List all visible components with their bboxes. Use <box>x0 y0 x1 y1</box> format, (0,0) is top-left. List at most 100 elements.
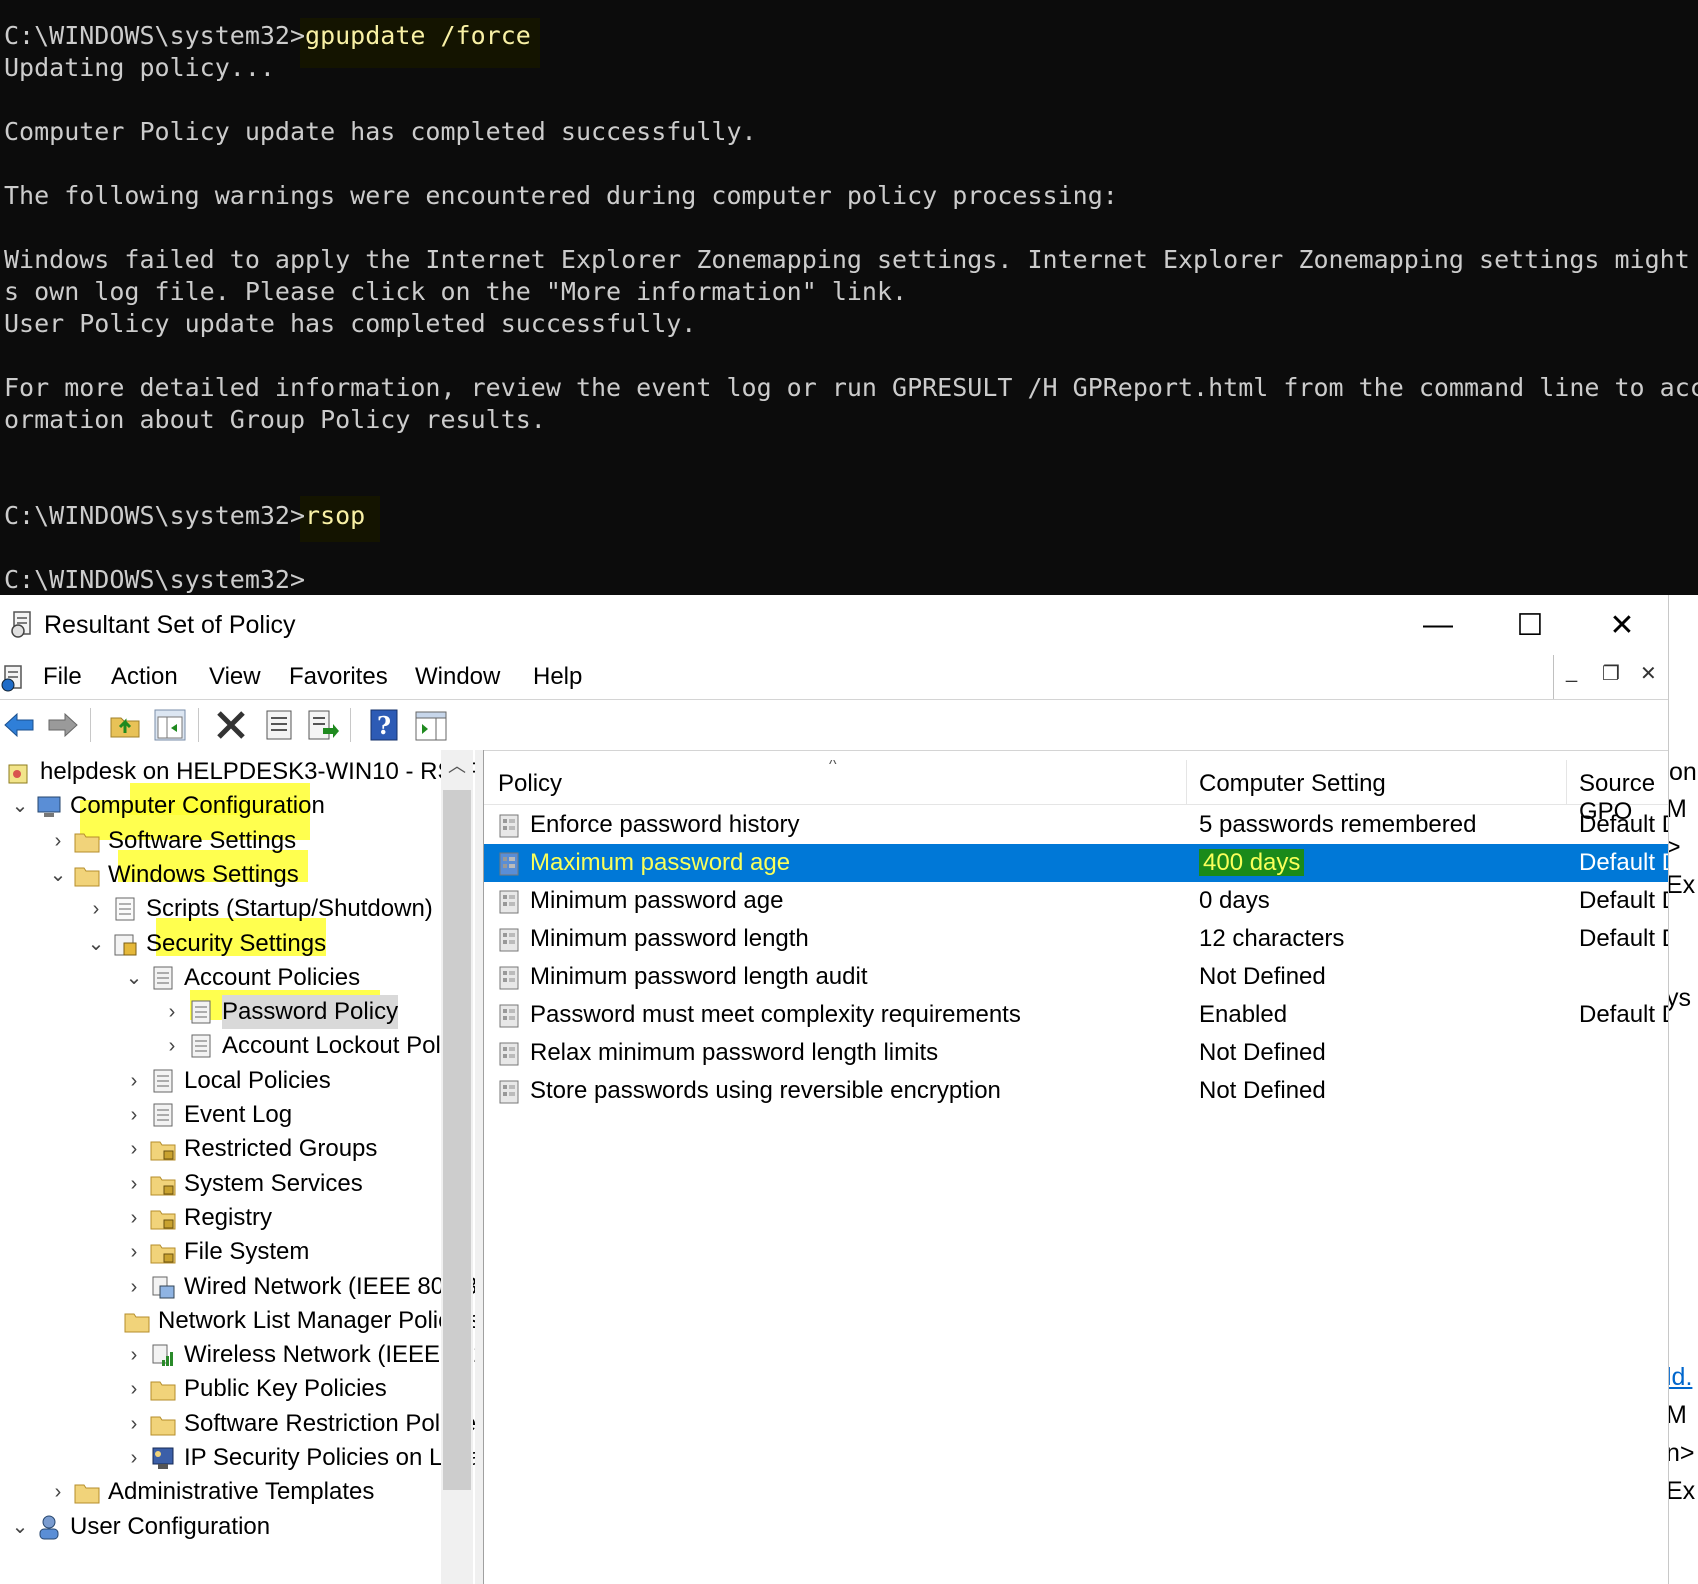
mdi-restore-button[interactable]: ❐ <box>1602 661 1620 686</box>
minimize-button[interactable]: — <box>1408 603 1468 647</box>
chevron-right-icon[interactable]: › <box>124 1407 144 1441</box>
chevron-down-icon[interactable]: ⌄ <box>48 858 68 892</box>
chevron-right-icon[interactable]: › <box>162 1029 182 1063</box>
policy-name: Store passwords using reversible encrypt… <box>530 1077 1001 1104</box>
chevron-right-icon[interactable]: › <box>124 1235 144 1269</box>
table-row[interactable]: Password must meet complexity requiremen… <box>484 996 1668 1034</box>
show-action-pane-icon[interactable] <box>414 708 448 742</box>
console-command: gpupdate /force <box>305 21 531 50</box>
wireless-network-icon <box>152 1344 173 1367</box>
chevron-right-icon[interactable]: › <box>124 1270 144 1304</box>
table-row[interactable]: Store passwords using reversible encrypt… <box>484 1072 1668 1110</box>
chevron-right-icon[interactable]: › <box>86 892 106 926</box>
table-row[interactable]: Maximum password age 400 days Default Doma… <box>484 844 1668 882</box>
chevron-down-icon[interactable]: ⌄ <box>86 927 106 961</box>
menu-window[interactable]: Window <box>415 663 500 691</box>
console-line: Updating policy... <box>4 53 275 82</box>
column-header-computer-setting[interactable]: Computer Setting <box>1199 770 1386 798</box>
computer-setting: 5 passwords remembered <box>1199 811 1477 838</box>
tree-node-label: Network List Manager Policies <box>158 1306 475 1334</box>
maximize-button[interactable]: ☐ <box>1500 603 1560 647</box>
chevron-right-icon[interactable]: › <box>124 1132 144 1166</box>
table-row[interactable]: Relax minimum password length limits Not … <box>484 1034 1668 1072</box>
command-prompt-window[interactable]: C:\WINDOWS\system32>gpupdate /force Upda… <box>0 0 1698 595</box>
mdi-minimize-button[interactable]: _ <box>1566 661 1577 684</box>
delete-icon[interactable] <box>214 708 248 742</box>
export-list-icon[interactable] <box>306 708 340 742</box>
chevron-right-icon[interactable]: › <box>48 824 68 858</box>
show-hide-tree-icon[interactable] <box>153 708 187 742</box>
table-row[interactable]: Enforce password history 5 passwords reme… <box>484 806 1668 844</box>
table-row[interactable]: Minimum password age 0 days Default Domain… <box>484 882 1668 920</box>
scripts-icon <box>115 897 135 921</box>
properties-icon[interactable] <box>262 708 296 742</box>
source-gpo: Default Domain Policy <box>1579 811 1668 838</box>
source-gpo: Default Domain Policy <box>1579 849 1668 876</box>
menu-help[interactable]: Help <box>533 663 582 691</box>
tree-node-label: Restricted Groups <box>184 1135 378 1163</box>
chevron-down-icon[interactable]: ⌄ <box>10 1510 30 1544</box>
back-arrow-icon[interactable] <box>2 708 36 742</box>
tree-node-label: Software Settings <box>108 826 297 854</box>
menu-action[interactable]: Action <box>111 663 178 691</box>
folder-icon <box>74 833 100 853</box>
chevron-right-icon[interactable]: › <box>162 995 182 1029</box>
lock-folder-icon <box>150 1210 176 1230</box>
console-tree[interactable]: helpdesk on HELPDESK3-WIN10 - RSoP ⌄ Compu… <box>0 750 475 1584</box>
scrollbar-thumb[interactable] <box>443 790 471 1490</box>
svg-text:?: ? <box>377 711 391 740</box>
chevron-right-icon[interactable]: › <box>124 1372 144 1406</box>
menu-favorites[interactable]: Favorites <box>289 663 388 691</box>
close-button[interactable]: ✕ <box>1592 603 1652 647</box>
chevron-right-icon[interactable]: › <box>124 1167 144 1201</box>
background-text: M <box>1666 795 1687 823</box>
lock-folder-icon <box>150 1176 176 1196</box>
console-line: ormation about Group Policy results. <box>4 405 546 434</box>
rsop-window: Resultant Set of Policy — ☐ ✕ File Actio… <box>0 595 1669 1584</box>
sort-arrow-icon: ^ <box>829 760 837 773</box>
tree-node-label: Local Policies <box>184 1066 331 1094</box>
mdi-close-button[interactable]: ✕ <box>1640 661 1657 686</box>
chevron-down-icon[interactable]: ⌄ <box>10 789 30 823</box>
policy-setting-icon <box>499 890 519 914</box>
rsop-root-icon <box>8 764 28 784</box>
help-icon[interactable]: ? <box>368 708 402 742</box>
folder-icon <box>150 1416 176 1436</box>
menu-view[interactable]: View <box>209 663 261 691</box>
chevron-right-icon[interactable]: › <box>124 1201 144 1235</box>
chevron-right-icon[interactable]: › <box>124 1441 144 1475</box>
background-text: ys <box>1666 984 1691 1012</box>
computer-icon <box>37 796 61 818</box>
chevron-right-icon[interactable]: › <box>124 1064 144 1098</box>
menu-file[interactable]: File <box>43 663 82 691</box>
chevron-right-icon[interactable]: › <box>124 1098 144 1132</box>
policy-setting-icon <box>499 1004 519 1028</box>
computer-setting: 400 days <box>1199 846 1305 880</box>
policy-list[interactable]: ^ Policy Computer Setting Source GPO Enf… <box>484 760 1668 1584</box>
chevron-right-icon[interactable]: › <box>124 1338 144 1372</box>
scroll-up-arrow-icon[interactable]: ︿ <box>441 752 473 778</box>
tree-node-label: IP Security Policies on Local Computer <box>184 1444 475 1471</box>
chevron-down-icon[interactable]: ⌄ <box>124 961 144 995</box>
column-header-policy[interactable]: Policy <box>498 770 562 798</box>
background-link[interactable]: ld. <box>1666 1363 1692 1392</box>
forward-arrow-icon[interactable] <box>46 708 80 742</box>
source-gpo: Default Domain Policy <box>1579 887 1668 914</box>
table-row[interactable]: Minimum password length audit Not Defined <box>484 958 1668 996</box>
mmc-console-icon[interactable] <box>0 663 28 693</box>
tree-node-label: Software Restriction Policies <box>184 1409 475 1437</box>
up-folder-icon[interactable] <box>108 708 142 742</box>
tree-scrollbar[interactable]: ︿ <box>441 750 473 1584</box>
tree-node-label: File System <box>184 1238 310 1266</box>
rsop-app-icon <box>11 611 31 638</box>
console-prompt[interactable]: C:\WINDOWS\system32> <box>4 564 305 595</box>
policy-setting-icon <box>499 1042 519 1066</box>
pane-splitter[interactable] <box>475 750 484 1584</box>
policy-setting-icon <box>499 1080 519 1104</box>
title-bar[interactable]: Resultant Set of Policy — ☐ ✕ <box>0 595 1668 655</box>
chevron-right-icon[interactable]: › <box>48 1475 68 1509</box>
background-window: :on M > Ex ys ld. M n> Ex <box>1666 595 1698 1584</box>
console-line: s own log file. Please click on the "Mor… <box>4 277 908 306</box>
console-line: C:\WINDOWS\system32>gpupdate /force <box>4 21 531 50</box>
table-row[interactable]: Minimum password length 12 characters Defa… <box>484 920 1668 958</box>
